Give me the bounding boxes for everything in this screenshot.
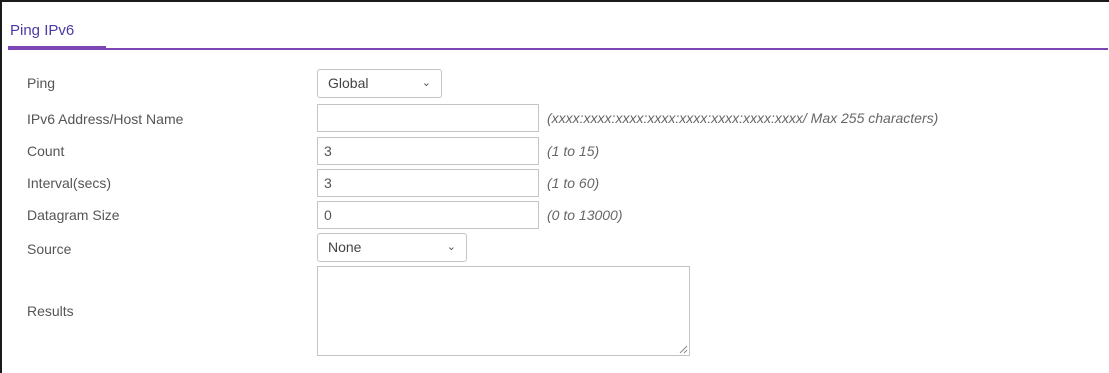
count-hint: (1 to 15) [547,143,600,159]
interval-label: Interval(secs) [27,175,112,191]
chevron-down-icon: ⌄ [446,241,456,253]
datagram-hint: (0 to 13000) [547,207,623,223]
address-label: IPv6 Address/Host Name [27,111,184,127]
source-label: Source [27,241,72,257]
panel-title-underline [8,46,1108,50]
address-input[interactable] [317,104,539,132]
count-label: Count [27,143,65,159]
datagram-input[interactable] [317,201,539,229]
datagram-label: Datagram Size [27,207,120,223]
ping-select-value: Global [328,75,369,91]
panel-title: Ping IPv6 [10,22,75,39]
address-hint: (xxxx:xxxx:xxxx:xxxx:xxxx:xxxx:xxxx:xxxx… [547,110,939,126]
results-label: Results [27,303,74,319]
count-input[interactable] [317,137,539,165]
resize-grip-icon[interactable] [678,344,688,354]
chevron-down-icon: ⌄ [421,77,431,89]
interval-hint: (1 to 60) [547,175,600,191]
results-textarea[interactable] [317,266,690,356]
ping-label: Ping [27,75,56,91]
source-select[interactable]: None ⌄ [317,233,467,262]
source-select-value: None [328,239,362,255]
interval-input[interactable] [317,169,539,197]
ping-select[interactable]: Global ⌄ [317,69,442,98]
